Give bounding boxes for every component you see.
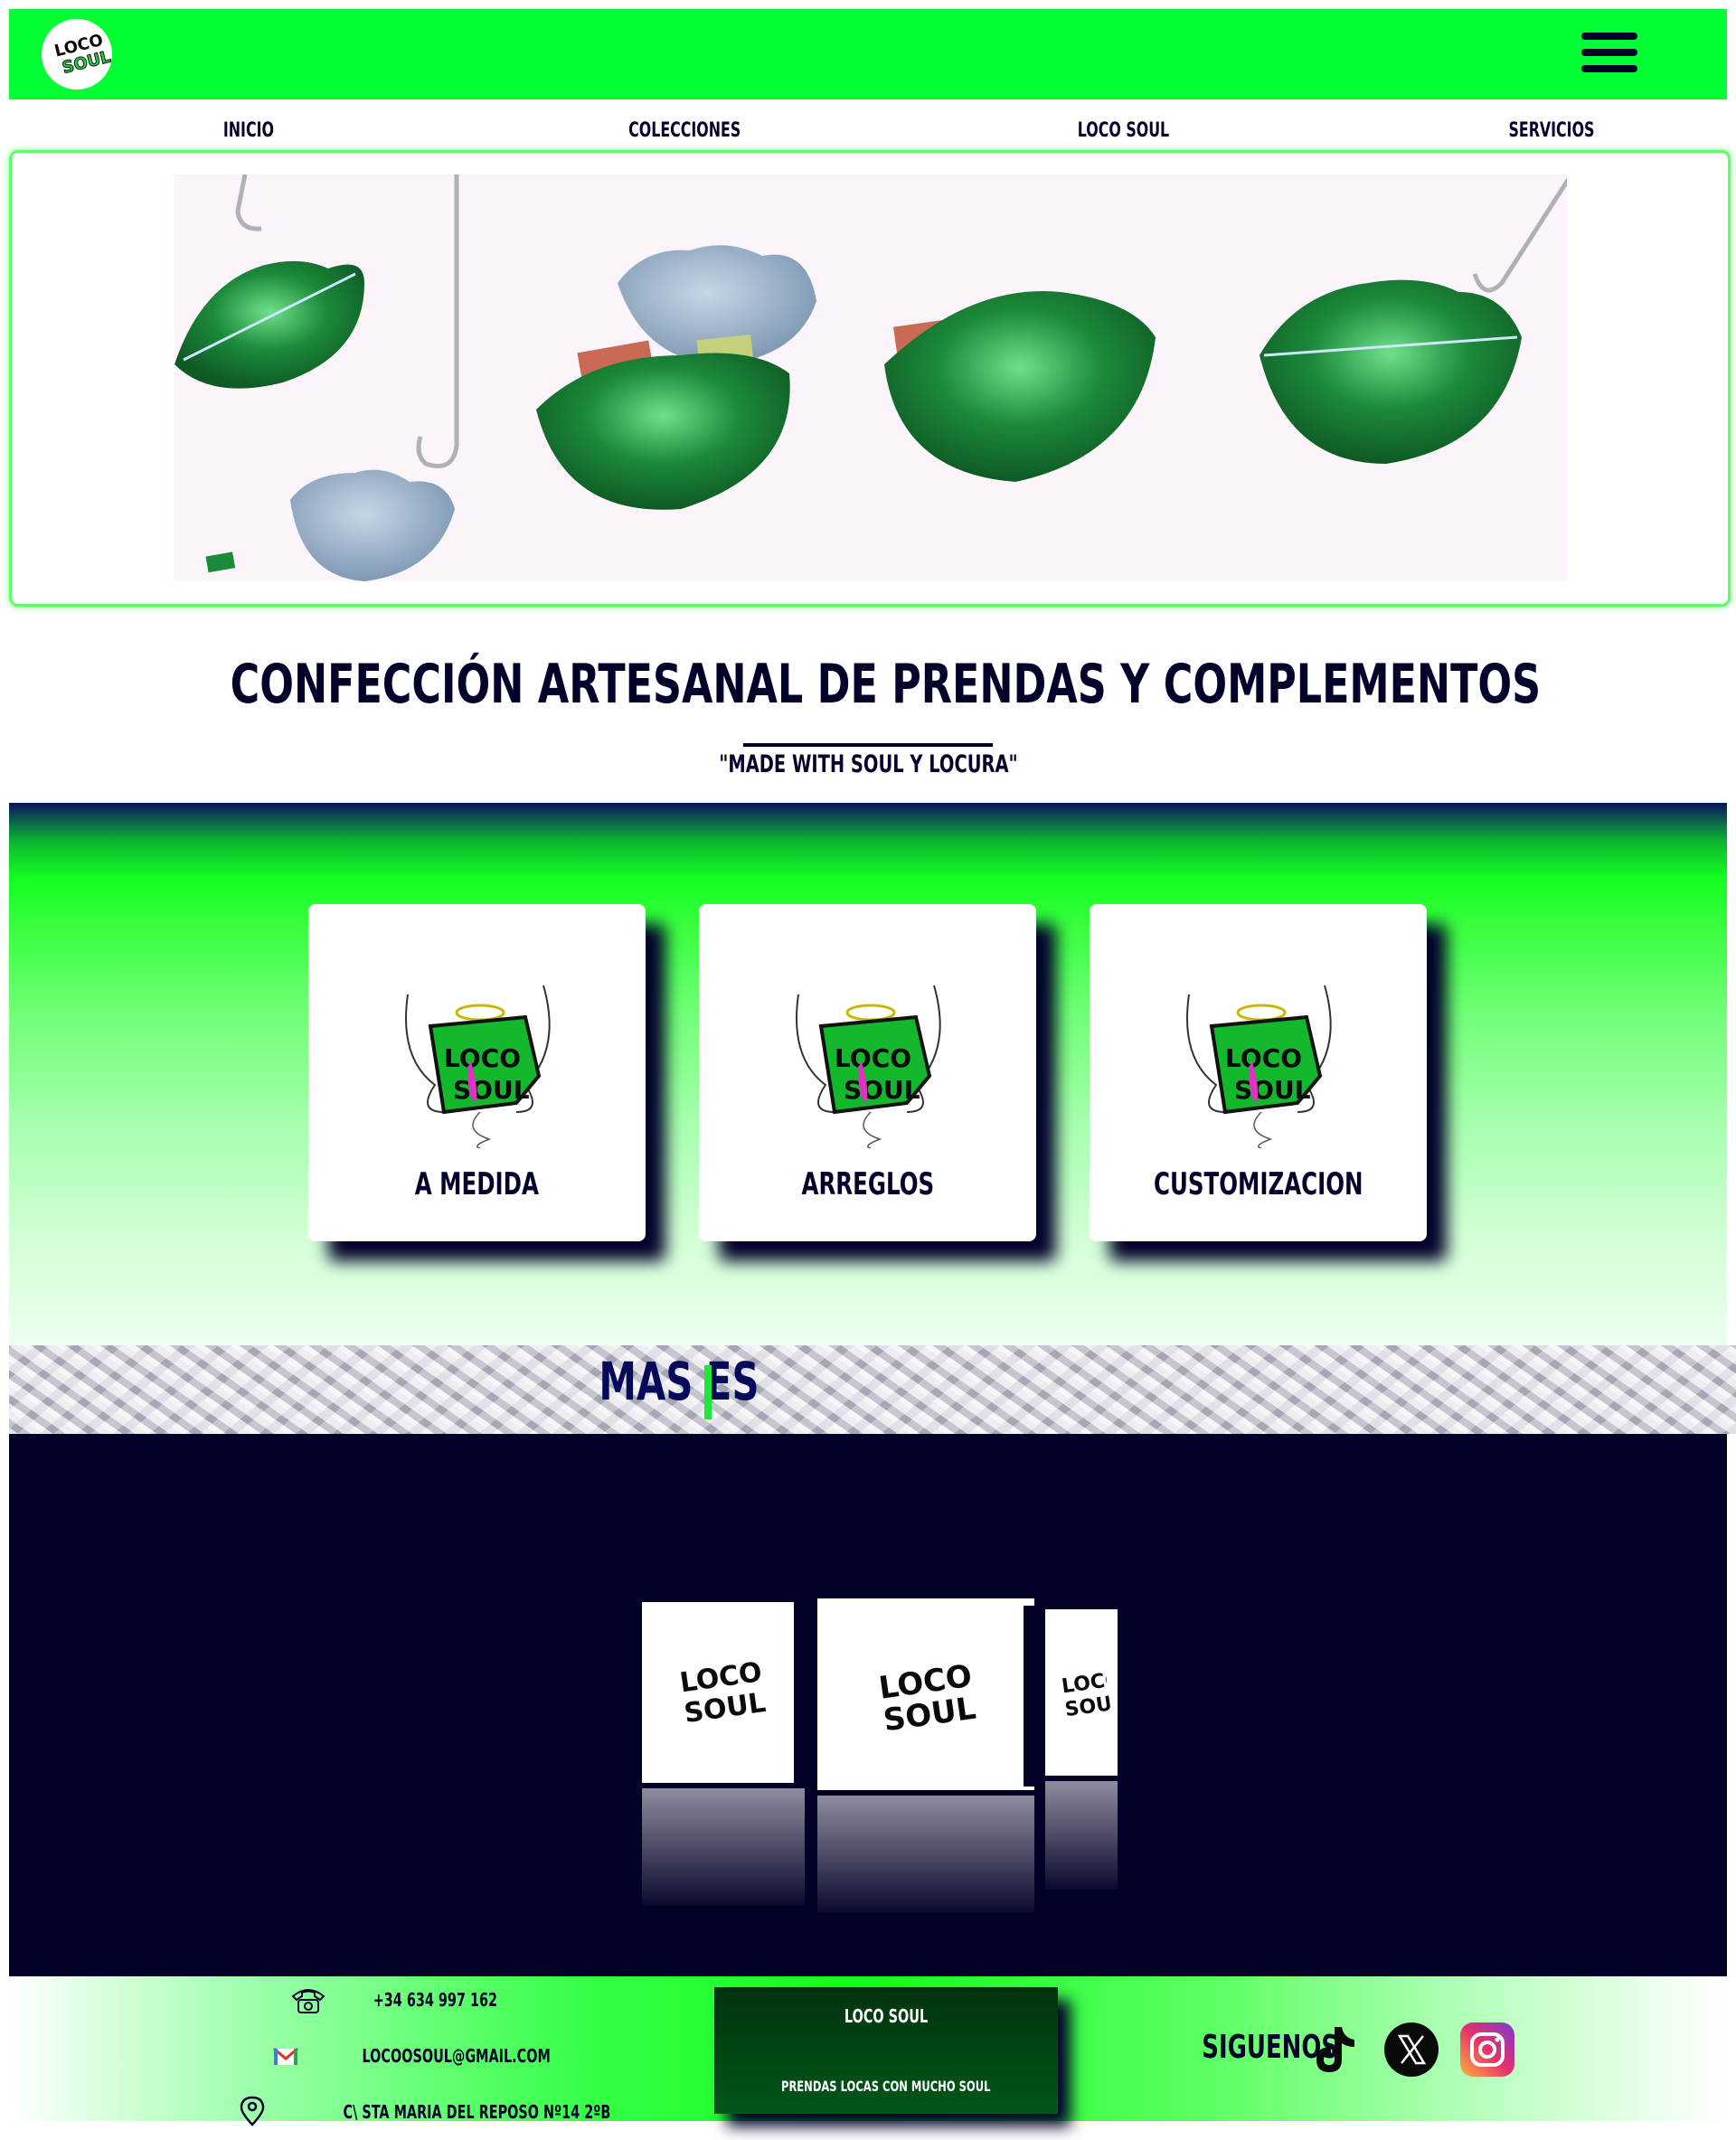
nav-servicios[interactable]: SERVICIOS xyxy=(1508,119,1594,142)
tagline: "MADE WITH SOUL Y LOCURA" xyxy=(0,750,1736,778)
svg-text:SOUL: SOUL xyxy=(453,1075,530,1105)
service-label: CUSTOMIZACION xyxy=(1153,1166,1363,1202)
carousel-section: LOCO SOUL LOCO SOUL LOCO SOUL xyxy=(9,1434,1727,1976)
service-card-customizacion[interactable]: LOCO SOUL CUSTOMIZACION xyxy=(1090,904,1427,1241)
phone-number[interactable]: +34 634 997 162 xyxy=(349,1989,522,2011)
loco-soul-mascot-icon: LOCO SOUL xyxy=(405,985,551,1148)
carousel-panel-front[interactable]: LOCO SOUL xyxy=(817,1598,1034,1790)
panel-reflection xyxy=(642,1788,805,1906)
brand-name: LOCO SOUL xyxy=(844,2005,929,2027)
tagline-text: "MADE WITH SOUL Y LOCURA" xyxy=(718,750,1018,778)
panel-logo: LOCO SOUL xyxy=(677,1656,769,1730)
panel-logo: LOCO SOUL xyxy=(1060,1669,1112,1722)
typing-cursor xyxy=(704,1365,712,1419)
instagram-icon[interactable] xyxy=(1459,2022,1515,2078)
top-bar: LOCO SOUL xyxy=(9,9,1727,99)
page-headline: CONFECCIÓN ARTESANAL DE PRENDAS Y COMPLE… xyxy=(0,653,1736,716)
services-section: LOCO SOUL A MEDIDA LOCO SOUL ARREGLOS LO… xyxy=(9,803,1727,1345)
service-label: ARREGLOS xyxy=(801,1166,934,1202)
service-label: A MEDIDA xyxy=(414,1166,540,1202)
service-card-arreglos[interactable]: LOCO SOUL ARREGLOS xyxy=(699,904,1036,1241)
carousel-divider xyxy=(794,1600,808,1796)
panel-reflection xyxy=(1045,1781,1118,1890)
address: C\ STA MARIA DEL REPOSO Nº14 2ºB xyxy=(291,2101,663,2123)
svg-text:LOCO: LOCO xyxy=(835,1043,911,1073)
gmail-icon xyxy=(273,2047,298,2065)
brand-slogan: PRENDAS LOCAS CON MUCHO SOUL xyxy=(781,2078,991,2095)
email-link[interactable]: LOCOOSOUL@GMAIL.COM xyxy=(326,2045,587,2067)
svg-text:SOUL: SOUL xyxy=(844,1075,920,1105)
svg-text:LOCO: LOCO xyxy=(1225,1043,1302,1073)
svg-text:LOCO: LOCO xyxy=(444,1043,521,1073)
phone-icon xyxy=(291,1989,326,2013)
email-text: LOCOOSOUL@GMAIL.COM xyxy=(362,2045,551,2067)
headline-text: CONFECCIÓN ARTESANAL DE PRENDAS Y COMPLE… xyxy=(230,653,1542,716)
banner-text: MAS ES xyxy=(599,1351,760,1412)
x-icon[interactable] xyxy=(1383,2022,1439,2078)
panel-reflection xyxy=(817,1796,1034,1913)
nav-inicio[interactable]: INICIO xyxy=(223,119,274,142)
hamburger-menu-icon[interactable] xyxy=(1578,29,1641,76)
carousel-panel[interactable]: LOCO SOUL xyxy=(642,1602,805,1783)
footer: +34 634 997 162 LOCOOSOUL@GMAIL.COM C\ S… xyxy=(9,1976,1727,2126)
svg-text:SOUL: SOUL xyxy=(1234,1075,1311,1105)
loco-soul-logo[interactable]: LOCO SOUL xyxy=(42,19,112,90)
panel-logo: LOCO SOUL xyxy=(876,1657,978,1739)
tagline-divider xyxy=(743,743,993,747)
address-text: C\ STA MARIA DEL REPOSO Nº14 2ºB xyxy=(343,2101,611,2123)
service-card-a-medida[interactable]: LOCO SOUL A MEDIDA xyxy=(308,904,646,1241)
location-pin-icon xyxy=(240,2096,265,2126)
hero-banner xyxy=(9,150,1731,607)
diamond-banner: MAS ES xyxy=(9,1345,1736,1434)
nav-loco-soul[interactable]: LOCO SOUL xyxy=(1078,119,1169,142)
typewriter-text: MAS ES xyxy=(568,1351,790,1412)
phone-text: +34 634 997 162 xyxy=(373,1989,498,2011)
carousel-divider xyxy=(1024,1606,1038,1786)
loco-soul-mascot-icon: LOCO SOUL xyxy=(796,985,941,1148)
tiktok-icon[interactable] xyxy=(1304,2022,1360,2078)
carousel-panel[interactable]: LOCO SOUL xyxy=(1045,1609,1118,1776)
brand-box: LOCO SOUL PRENDAS LOCAS CON MUCHO SOUL xyxy=(714,1987,1058,2114)
nav-colecciones[interactable]: COLECCIONES xyxy=(628,119,741,142)
hero-image xyxy=(175,173,1574,581)
loco-soul-mascot-icon: LOCO SOUL xyxy=(1186,985,1332,1148)
